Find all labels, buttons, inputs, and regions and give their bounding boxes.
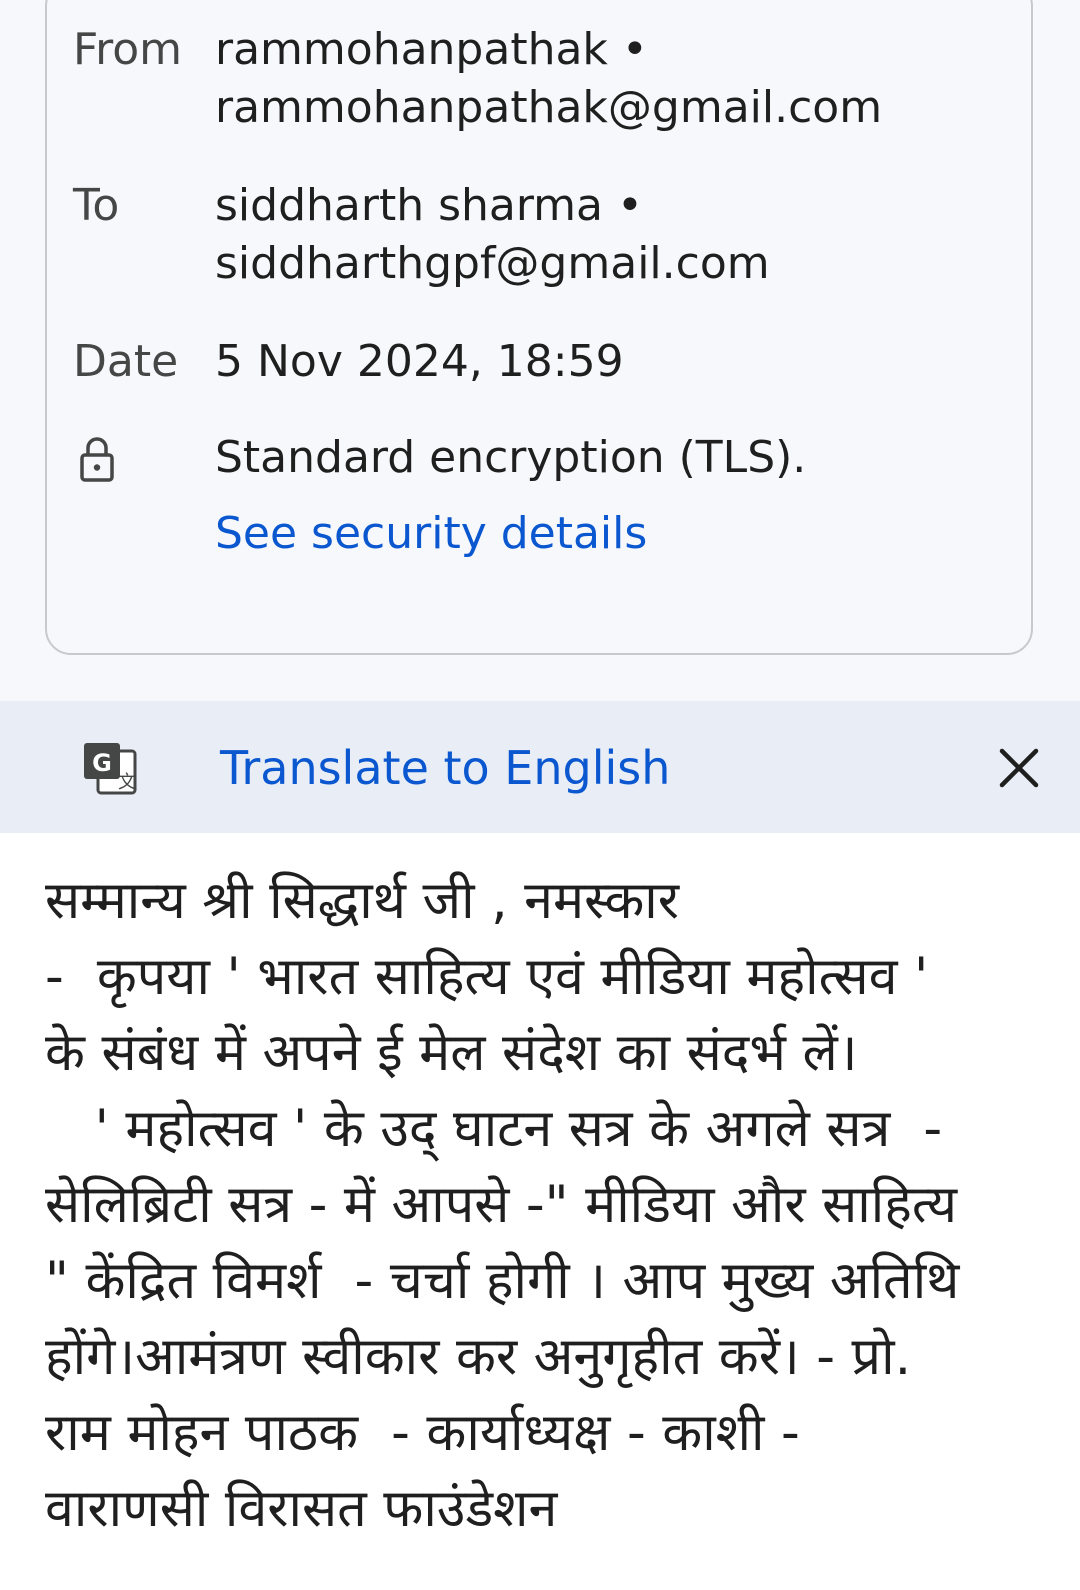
message-line: " केंद्रित विमर्श - चर्चा होगी । आप मुख्… bbox=[45, 1251, 960, 1311]
message-line: सेलिब्रिटी सत्र - में आपसे -" मीडिया और … bbox=[45, 1175, 958, 1235]
date-label: Date bbox=[73, 336, 179, 387]
close-icon[interactable] bbox=[998, 747, 1040, 789]
to-email[interactable]: siddharthgpf@gmail.com bbox=[215, 242, 770, 286]
lock-icon bbox=[80, 437, 114, 482]
from-email[interactable]: rammohanpathak@gmail.com bbox=[215, 86, 882, 130]
from-name: rammohanpathak • bbox=[215, 24, 648, 75]
message-line: वाराणसी विरासत फाउंडेशन bbox=[45, 1479, 558, 1539]
to-name: siddharth sharma • bbox=[215, 180, 643, 231]
to-label: To bbox=[73, 180, 120, 231]
svg-text:文: 文 bbox=[118, 772, 136, 793]
message-line: के संबंध में अपने ई मेल संदेश का संदर्भ … bbox=[45, 1023, 858, 1083]
message-body: सम्मान्य श्री सिद्धार्थ जी , नमस्कार - क… bbox=[0, 833, 1080, 1590]
translate-to-english-button[interactable]: Translate to English bbox=[220, 745, 670, 791]
security-details-link[interactable]: See security details bbox=[215, 512, 647, 556]
message-line: ' महोत्सव ' के उद् घाटन सत्र के अगले सत्… bbox=[45, 1099, 943, 1159]
message-line: होंगे।आमंत्रण स्वीकार कर अनुगृहीत करें। … bbox=[45, 1327, 912, 1387]
google-translate-icon: G 文 bbox=[84, 743, 137, 795]
svg-text:G: G bbox=[92, 749, 112, 777]
message-line: सम्मान्य श्री सिद्धार्थ जी , नमस्कार bbox=[45, 871, 679, 931]
message-line: - कृपया ' भारत साहित्य एवं मीडिया महोत्स… bbox=[45, 947, 929, 1007]
date-value: 5 Nov 2024, 18:59 bbox=[215, 336, 624, 387]
message-line: राम मोहन पाठक - कार्याध्यक्ष - काशी - bbox=[45, 1403, 800, 1463]
encryption-text: Standard encryption (TLS). bbox=[215, 432, 807, 483]
from-label: From bbox=[73, 24, 183, 75]
